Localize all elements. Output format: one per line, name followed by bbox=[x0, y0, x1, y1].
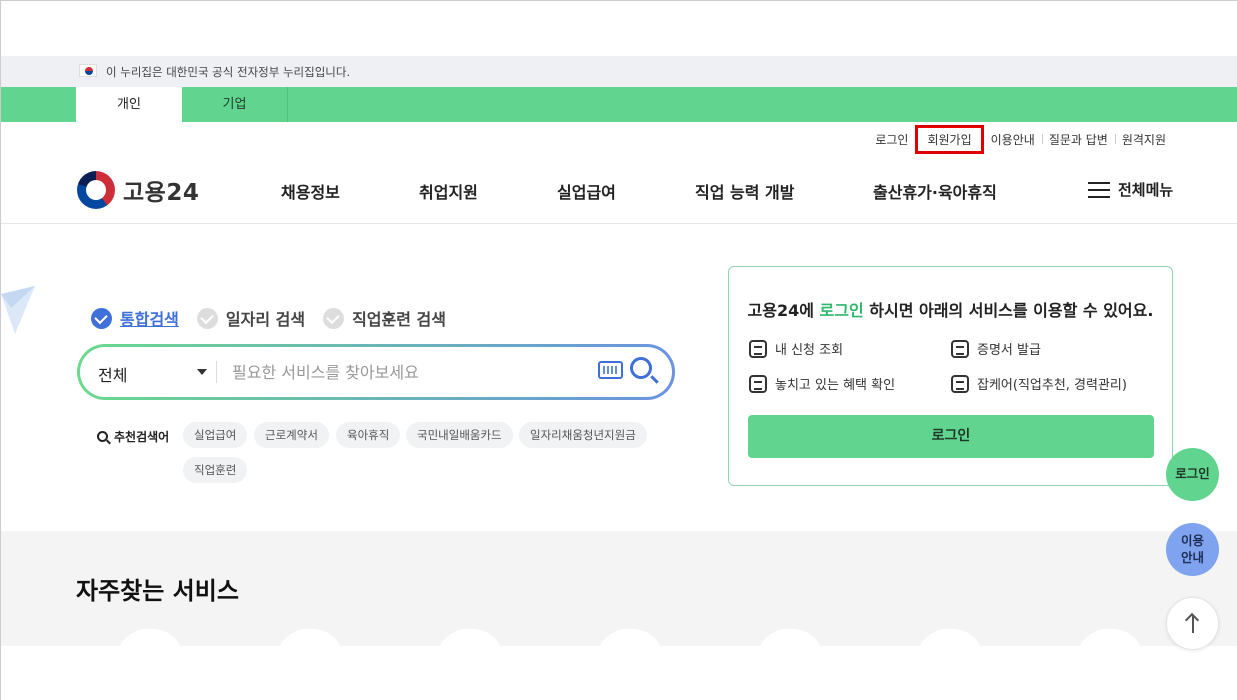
certificate-icon bbox=[951, 339, 969, 358]
search-box: 전체 bbox=[77, 344, 675, 400]
checklist-icon bbox=[749, 339, 767, 358]
caret-down-icon[interactable] bbox=[197, 369, 207, 375]
search-icon bbox=[97, 431, 108, 442]
floating-guide-button[interactable]: 이용 안내 bbox=[1166, 523, 1219, 576]
login-link[interactable]: 로그인 bbox=[868, 131, 915, 148]
keyword-chip[interactable]: 근로계약서 bbox=[254, 422, 329, 448]
scroll-top-button[interactable] bbox=[1166, 597, 1219, 650]
hamburger-icon bbox=[1088, 181, 1110, 198]
gnb-parental-leave[interactable]: 출산휴가·육아휴직 bbox=[873, 179, 997, 203]
logo-text: 고용24 bbox=[123, 180, 200, 206]
site-logo[interactable]: 고용24 bbox=[77, 171, 199, 209]
search-type-tabs: 통합검색 일자리 검색 직업훈련 검색 bbox=[91, 306, 464, 330]
recommended-title: 추천검색어 bbox=[97, 428, 169, 445]
service-my-applications[interactable]: 내 신청 조회 bbox=[749, 339, 843, 358]
paper-plane-decoration-icon bbox=[1, 286, 35, 334]
keyword-chip[interactable]: 실업급여 bbox=[183, 422, 248, 448]
section-title: 자주찾는 서비스 bbox=[76, 577, 239, 605]
tab-personal[interactable]: 개인 bbox=[76, 87, 182, 122]
tab-job-search[interactable]: 일자리 검색 bbox=[196, 306, 305, 330]
login-panel: 고용24에 로그인 하시면 아래의 서비스를 이용할 수 있어요. 내 신청 조… bbox=[728, 266, 1173, 486]
divider bbox=[216, 361, 217, 383]
keyword-chip[interactable]: 직업훈련 bbox=[183, 457, 248, 483]
all-menu-button[interactable]: 전체메뉴 bbox=[1088, 179, 1173, 200]
gnb-employment-support[interactable]: 취업지원 bbox=[419, 179, 478, 203]
signup-link[interactable]: 회원가입 bbox=[915, 125, 984, 154]
login-panel-title: 고용24에 로그인 하시면 아래의 서비스를 이용할 수 있어요. bbox=[747, 301, 1154, 320]
search-category-select[interactable]: 전체 bbox=[98, 362, 127, 386]
gov-banner-text: 이 누리집은 대한민국 공식 전자정부 누리집입니다. bbox=[106, 65, 351, 79]
keyword-chip[interactable]: 육아휴직 bbox=[336, 422, 401, 448]
tab-training-search[interactable]: 직업훈련 검색 bbox=[323, 306, 446, 330]
korea-flag-icon bbox=[79, 64, 97, 77]
qna-link[interactable]: 질문과 답변 bbox=[1041, 131, 1115, 148]
tab-integrated-search[interactable]: 통합검색 bbox=[91, 306, 179, 330]
search-icon[interactable] bbox=[630, 357, 652, 379]
arrow-up-icon bbox=[1191, 614, 1194, 633]
keyword-chip[interactable]: 일자리채움청년지원금 bbox=[519, 422, 647, 448]
site-header: 고용24 채용정보 취업지원 실업급여 직업 능력 개발 출산휴가·육아휴직 전… bbox=[1, 161, 1237, 224]
check-circle-icon bbox=[91, 307, 112, 329]
check-circle-icon bbox=[323, 307, 345, 329]
clipboard-clock-icon bbox=[951, 374, 969, 393]
floating-login-button[interactable]: 로그인 bbox=[1166, 448, 1219, 501]
document-search-icon bbox=[749, 374, 767, 393]
gov-emblem-icon bbox=[77, 171, 115, 209]
service-certificates[interactable]: 증명서 발급 bbox=[951, 339, 1041, 358]
guide-link[interactable]: 이용안내 bbox=[984, 131, 1042, 148]
all-menu-label: 전체메뉴 bbox=[1118, 181, 1174, 199]
service-jobcare[interactable]: 잡케어(직업추천, 경력관리) bbox=[951, 374, 1127, 393]
gnb-unemployment-benefit[interactable]: 실업급여 bbox=[557, 179, 616, 203]
remote-support-link[interactable]: 원격지원 bbox=[1114, 131, 1173, 148]
page-bottom bbox=[1, 646, 1237, 700]
utility-nav: 로그인 회원가입 이용안내 질문과 답변 원격지원 bbox=[868, 125, 1173, 154]
tab-business[interactable]: 기업 bbox=[182, 87, 288, 122]
check-circle-icon bbox=[196, 307, 218, 329]
audience-tabbar: 개인 기업 bbox=[1, 87, 1237, 122]
search-input[interactable] bbox=[232, 357, 582, 387]
keyword-chip[interactable]: 국민내일배움카드 bbox=[406, 422, 513, 448]
gov-banner: 이 누리집은 대한민국 공식 전자정부 누리집입니다. bbox=[1, 56, 1237, 87]
gnb-vocational-training[interactable]: 직업 능력 개발 bbox=[695, 179, 794, 203]
gnb-jobs[interactable]: 채용정보 bbox=[281, 179, 340, 203]
virtual-keyboard-icon[interactable] bbox=[598, 361, 623, 379]
login-button[interactable]: 로그인 bbox=[748, 415, 1154, 458]
frequent-services-section: 자주찾는 서비스 bbox=[1, 531, 1237, 659]
service-missed-benefits[interactable]: 놓치고 있는 혜택 확인 bbox=[749, 374, 895, 393]
